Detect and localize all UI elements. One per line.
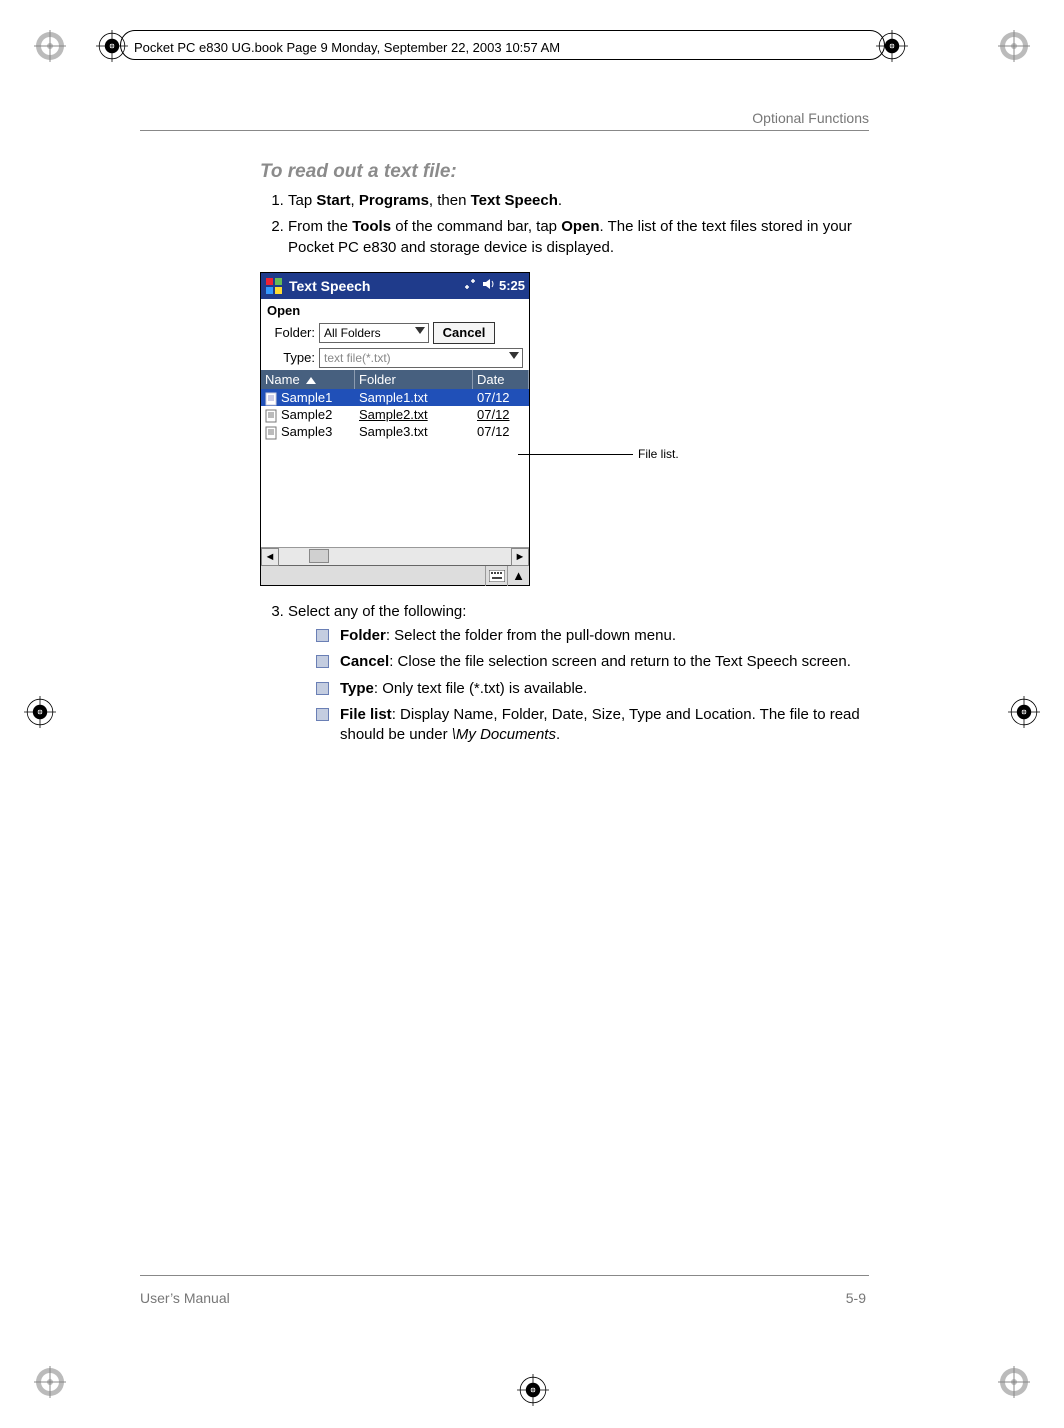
file-list: Sample1 Sample1.txt 07/12 Sample2 Sample… xyxy=(261,389,529,547)
col-name-header[interactable]: Name xyxy=(261,370,355,389)
connectivity-icon[interactable] xyxy=(463,277,477,294)
pda-app-title: Text Speech xyxy=(289,278,457,294)
bullet-cancel: Cancel: Close the file selection screen … xyxy=(316,652,870,672)
registration-mark-icon xyxy=(998,1366,1030,1398)
table-row[interactable]: Sample3 Sample3.txt 07/12 xyxy=(261,423,529,440)
bullet-list: Folder: Select the folder from the pull-… xyxy=(288,626,870,745)
step-1: Tap Start, Programs, then Text Speech. xyxy=(288,191,870,211)
col-folder-header[interactable]: Folder xyxy=(355,370,473,389)
table-header: Name Folder Date xyxy=(261,370,529,389)
crosshair-icon xyxy=(1008,696,1040,728)
pda-titlebar: Text Speech 5:25 xyxy=(261,273,529,299)
callout: File list. xyxy=(530,266,640,466)
pda-screenshot: Text Speech 5:25 Open Folder: All Folder… xyxy=(260,272,530,586)
header-stamp: Pocket PC e830 UG.book Page 9 Monday, Se… xyxy=(130,40,564,55)
type-dropdown[interactable]: text file(*.txt) xyxy=(319,348,523,368)
pda-bottom-bar: ▲ xyxy=(261,565,529,585)
col-date-header[interactable]: Date xyxy=(473,370,529,389)
steps-list: Tap Start, Programs, then Text Speech. F… xyxy=(260,191,870,258)
text-file-icon xyxy=(265,392,279,405)
crosshair-icon xyxy=(517,1374,549,1406)
heading: To read out a text file: xyxy=(260,161,870,183)
open-dialog-title: Open xyxy=(261,299,529,320)
speaker-icon[interactable] xyxy=(481,277,495,294)
chevron-down-icon xyxy=(415,327,425,334)
cancel-button[interactable]: Cancel xyxy=(433,322,495,344)
registration-mark-icon xyxy=(998,30,1030,62)
registration-mark-icon xyxy=(34,30,66,62)
scroll-left-button[interactable]: ◄ xyxy=(261,548,279,566)
horizontal-scrollbar[interactable]: ◄ ► xyxy=(261,547,529,565)
step-2: From the Tools of the command bar, tap O… xyxy=(288,217,870,258)
screenshot-with-callout: Text Speech 5:25 Open Folder: All Folder… xyxy=(260,266,870,596)
crosshair-icon xyxy=(24,696,56,728)
chevron-down-icon xyxy=(509,352,519,359)
footer-left: User’s Manual xyxy=(140,1290,230,1306)
folder-value: All Folders xyxy=(324,326,381,340)
callout-label: File list. xyxy=(638,447,679,461)
page-content: To read out a text file: Tap Start, Prog… xyxy=(260,155,870,753)
scrollbar-thumb[interactable] xyxy=(309,549,329,563)
keyboard-icon[interactable] xyxy=(485,566,507,586)
steps-list-cont: Select any of the following: Folder: Sel… xyxy=(260,602,870,746)
footer-rule xyxy=(140,1275,869,1276)
folder-label: Folder: xyxy=(267,325,315,340)
registration-mark-icon xyxy=(34,1366,66,1398)
scrollbar-track[interactable] xyxy=(279,548,511,565)
bullet-folder: Folder: Select the folder from the pull-… xyxy=(316,626,870,646)
pda-status-icons: 5:25 xyxy=(463,277,525,294)
table-row[interactable]: Sample2 Sample2.txt 07/12 xyxy=(261,406,529,423)
text-file-icon xyxy=(265,426,279,439)
bullet-filelist: File list: Display Name, Folder, Date, S… xyxy=(316,705,870,746)
pda-clock[interactable]: 5:25 xyxy=(499,278,525,293)
text-file-icon xyxy=(265,409,279,422)
section-title: Optional Functions xyxy=(752,110,869,126)
scroll-right-button[interactable]: ► xyxy=(511,548,529,566)
type-label: Type: xyxy=(267,350,315,365)
type-value: text file(*.txt) xyxy=(324,351,391,365)
step-3: Select any of the following: Folder: Sel… xyxy=(288,602,870,746)
windows-start-icon[interactable] xyxy=(265,277,283,295)
folder-dropdown[interactable]: All Folders xyxy=(319,323,429,343)
bullet-type: Type: Only text file (*.txt) is availabl… xyxy=(316,679,870,699)
footer-page-number: 5-9 xyxy=(846,1290,866,1306)
table-row[interactable]: Sample1 Sample1.txt 07/12 xyxy=(261,389,529,406)
input-panel-up-icon[interactable]: ▲ xyxy=(507,566,529,586)
header-rule xyxy=(140,130,869,131)
sort-asc-icon xyxy=(306,377,316,384)
